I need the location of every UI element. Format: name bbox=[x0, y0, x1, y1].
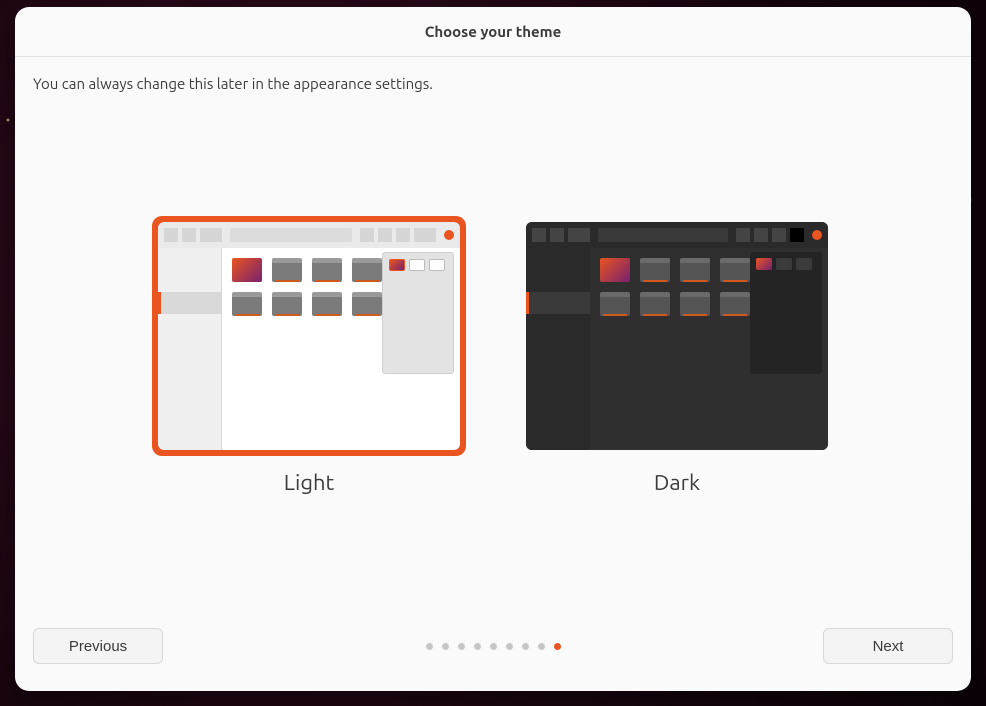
decor-square-icon bbox=[378, 228, 392, 242]
previous-button[interactable]: Previous bbox=[33, 628, 163, 664]
preview-topbar bbox=[526, 222, 828, 248]
swatch-icon bbox=[389, 259, 405, 271]
decor-square-icon bbox=[396, 228, 410, 242]
decor-square-icon bbox=[772, 228, 786, 242]
page-dot[interactable] bbox=[474, 643, 481, 650]
page-indicator bbox=[426, 643, 561, 650]
theme-preview-light bbox=[152, 216, 466, 456]
theme-label-dark: Dark bbox=[654, 470, 700, 495]
preview-sidebar-highlight bbox=[526, 292, 590, 314]
decor-spacer bbox=[598, 228, 728, 242]
decor-square-icon bbox=[568, 228, 590, 242]
page-dot[interactable] bbox=[522, 643, 529, 650]
folder-icon bbox=[232, 292, 262, 316]
page-dot[interactable] bbox=[458, 643, 465, 650]
installer-dialog: Choose your theme You can always change … bbox=[15, 7, 971, 691]
close-circle-icon bbox=[444, 230, 454, 240]
theme-option-light[interactable]: Light bbox=[152, 216, 466, 495]
swatch-icon bbox=[796, 258, 812, 270]
folder-icon bbox=[640, 292, 670, 316]
page-dot[interactable] bbox=[538, 643, 545, 650]
swatch-icon bbox=[409, 259, 425, 271]
footer: Previous Next bbox=[33, 619, 953, 673]
subtitle-text: You can always change this later in the … bbox=[33, 75, 953, 92]
theme-choices: Light bbox=[33, 92, 953, 619]
preview-sidebar-highlight bbox=[158, 292, 221, 314]
decor-square-icon bbox=[360, 228, 374, 242]
preview-file-grid bbox=[590, 248, 828, 450]
folder-icon bbox=[272, 258, 302, 282]
theme-preview-light-inner bbox=[158, 222, 460, 450]
swatch-icon bbox=[756, 258, 772, 270]
theme-preview-dark-inner bbox=[526, 222, 828, 450]
folder-icon bbox=[680, 292, 710, 316]
preview-popover bbox=[382, 252, 454, 374]
preview-topbar bbox=[158, 222, 460, 248]
page-dot[interactable] bbox=[426, 643, 433, 650]
decor-square-icon bbox=[736, 228, 750, 242]
next-button[interactable]: Next bbox=[823, 628, 953, 664]
decor-square-icon bbox=[550, 228, 564, 242]
theme-preview-dark bbox=[520, 216, 834, 456]
titlebar: Choose your theme bbox=[15, 7, 971, 57]
decor-square-icon bbox=[182, 228, 196, 242]
folder-icon bbox=[352, 258, 382, 282]
folder-icon bbox=[720, 258, 750, 282]
page-title: Choose your theme bbox=[425, 23, 561, 40]
page-dot[interactable] bbox=[506, 643, 513, 650]
folder-icon bbox=[352, 292, 382, 316]
folder-icon bbox=[312, 292, 342, 316]
page-dot[interactable] bbox=[554, 643, 561, 650]
decor-square-icon bbox=[414, 228, 436, 242]
preview-file-grid bbox=[222, 248, 460, 450]
page-dot[interactable] bbox=[442, 643, 449, 650]
decor-square-icon bbox=[200, 228, 222, 242]
folder-icon bbox=[720, 292, 750, 316]
decor-square-icon bbox=[532, 228, 546, 242]
preview-popover bbox=[750, 252, 822, 374]
folder-icon bbox=[232, 258, 262, 282]
folder-icon bbox=[600, 258, 630, 282]
decor-square-icon bbox=[790, 228, 804, 242]
folder-icon bbox=[272, 292, 302, 316]
decor-square-icon bbox=[164, 228, 178, 242]
swatch-icon bbox=[776, 258, 792, 270]
decor-spacer bbox=[230, 228, 352, 242]
folder-icon bbox=[680, 258, 710, 282]
decor-square-icon bbox=[754, 228, 768, 242]
swatch-icon bbox=[429, 259, 445, 271]
theme-label-light: Light bbox=[284, 470, 334, 495]
folder-icon bbox=[640, 258, 670, 282]
page-dot[interactable] bbox=[490, 643, 497, 650]
preview-sidebar bbox=[526, 248, 590, 450]
theme-option-dark[interactable]: Dark bbox=[520, 216, 834, 495]
preview-sidebar bbox=[158, 248, 222, 450]
close-circle-icon bbox=[812, 230, 822, 240]
folder-icon bbox=[600, 292, 630, 316]
folder-icon bbox=[312, 258, 342, 282]
content-area: You can always change this later in the … bbox=[15, 57, 971, 691]
